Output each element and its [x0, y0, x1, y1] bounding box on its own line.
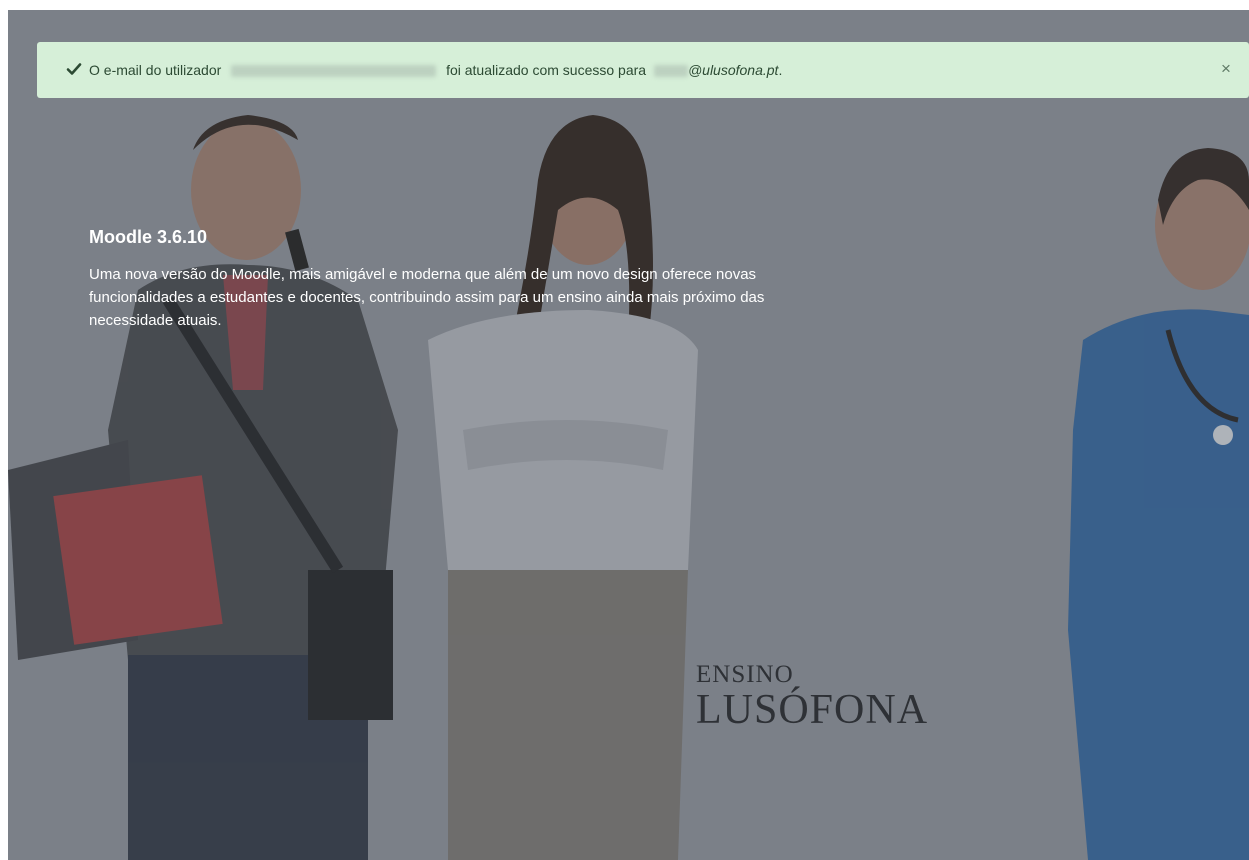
alert-message: O e-mail do utilizador foi atualizado co…: [89, 62, 782, 78]
alert-prefix: O e-mail do utilizador: [89, 62, 222, 78]
alert-period: .: [778, 62, 783, 78]
person-woman: [428, 115, 698, 860]
hero-banner: Moodle 3.6.10 Uma nova versão do Moodle,…: [8, 10, 1249, 860]
alert-middle: foi atualizado com sucesso para: [446, 62, 647, 78]
redacted-username: [231, 65, 437, 78]
alert-email-suffix: @ulusofona.pt: [687, 62, 779, 78]
brand-line-2: LUSÓFONA: [696, 687, 929, 733]
hero-photo: [8, 115, 1249, 860]
hero-title: Moodle 3.6.10: [89, 227, 208, 247]
page: Moodle 3.6.10 Uma nova versão do Moodle,…: [0, 0, 1249, 860]
check-icon: [66, 63, 82, 75]
person-nurse: [1068, 148, 1249, 860]
hero-description: Uma nova versão do Moodle, mais amigável…: [89, 266, 765, 329]
brand-line-1: ENSINO: [696, 661, 794, 688]
redacted-email-user: [653, 65, 688, 78]
close-alert-button[interactable]: ×: [1215, 58, 1237, 80]
ensino-lusofona-logo: ENSINO LUSÓFONA: [696, 662, 928, 731]
success-alert: O e-mail do utilizador foi atualizado co…: [37, 42, 1249, 98]
